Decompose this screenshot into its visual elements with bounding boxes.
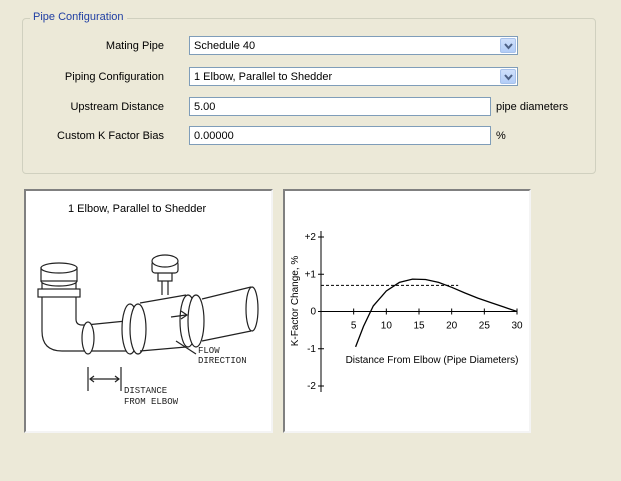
piping-configuration-row: Piping Configuration 1 Elbow, Parallel t… — [22, 67, 594, 87]
distance-label-1: DISTANCE — [124, 386, 167, 396]
x-tick-label: 5 — [351, 321, 357, 332]
k-factor-bias-unit: % — [496, 130, 506, 142]
upstream-distance-unit: pipe diameters — [496, 101, 569, 113]
upstream-distance-input[interactable]: 5.00 — [189, 97, 491, 116]
distance-label-2: FROM ELBOW — [124, 397, 179, 407]
y-tick-label: 0 — [310, 307, 316, 318]
x-tick-label: 30 — [511, 321, 523, 332]
x-axis-label: Distance From Elbow (Pipe Diameters) — [346, 355, 519, 366]
mating-pipe-value: Schedule 40 — [194, 40, 256, 52]
dropdown-button[interactable] — [500, 38, 516, 53]
dropdown-button[interactable] — [500, 69, 516, 84]
k-factor-chart-panel: +2 +1 0 -1 -2 5 10 15 20 25 30 K-Factor Change, % Di… — [283, 189, 531, 433]
x-tick-label: 15 — [413, 321, 425, 332]
mating-pipe-select[interactable]: Schedule 40 — [189, 36, 518, 55]
piping-configuration-value: 1 Elbow, Parallel to Shedder — [194, 71, 333, 83]
piping-illustration-panel: 1 Elbow, Parallel to Shedder FLOW DIRECT… — [24, 189, 273, 433]
k-factor-bias-row: Custom K Factor Bias 0.00000 % — [22, 126, 594, 146]
piping-illustration: FLOW DIRECTION DISTANCE FROM ELBOW — [37, 254, 259, 407]
x-tick-label: 25 — [479, 321, 491, 332]
piping-configuration-select[interactable]: 1 Elbow, Parallel to Shedder — [189, 67, 518, 86]
y-tick-label: -1 — [307, 344, 316, 355]
k-factor-bias-label: Custom K Factor Bias — [57, 130, 164, 142]
group-title: Pipe Configuration — [30, 11, 127, 23]
k-factor-chart: +2 +1 0 -1 -2 5 10 15 20 25 30 K-Factor Change, % Di… — [290, 231, 523, 392]
piping-configuration-label: Piping Configuration — [64, 71, 164, 83]
y-tick-label: +1 — [305, 269, 317, 280]
x-tick-label: 10 — [381, 321, 393, 332]
chevron-down-icon — [504, 74, 513, 81]
k-factor-curve — [354, 278, 518, 348]
upstream-distance-row: Upstream Distance 5.00 pipe diameters — [22, 97, 594, 117]
k-factor-bias-value: 0.00000 — [194, 130, 234, 142]
y-tick-label: +2 — [305, 232, 317, 243]
y-tick-label: -2 — [307, 381, 316, 392]
chevron-down-icon — [504, 43, 513, 50]
upstream-distance-value: 5.00 — [194, 101, 216, 113]
mating-pipe-row: Mating Pipe Schedule 40 — [22, 36, 594, 56]
flow-label-2: DIRECTION — [198, 356, 247, 366]
k-factor-bias-input[interactable]: 0.00000 — [189, 126, 491, 145]
flow-label-1: FLOW — [198, 346, 220, 356]
mating-pipe-label: Mating Pipe — [105, 40, 164, 52]
y-axis-label: K-Factor Change, % — [290, 256, 301, 347]
x-tick-label: 20 — [446, 321, 458, 332]
upstream-distance-label: Upstream Distance — [70, 101, 164, 113]
